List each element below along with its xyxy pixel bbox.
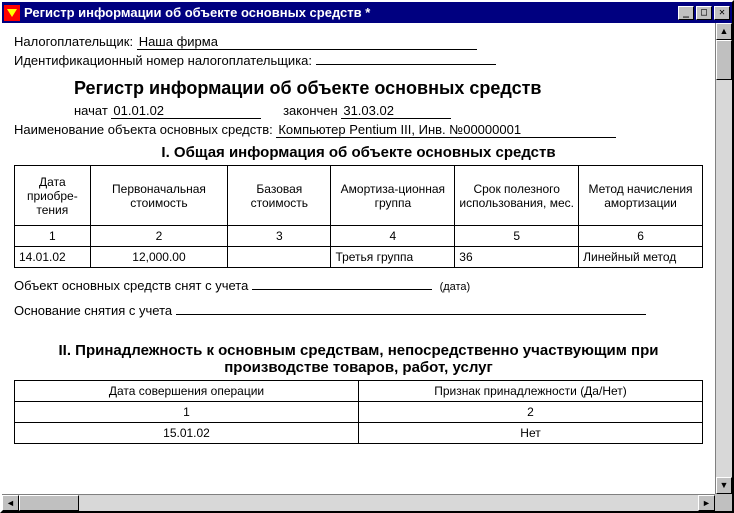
report-title: Регистр информации об объекте основных с… bbox=[74, 78, 703, 99]
scroll-up-button[interactable]: ▲ bbox=[716, 23, 732, 40]
cell: Третья группа bbox=[331, 247, 455, 268]
titlebar: Регистр информации об объекте основных с… bbox=[2, 2, 732, 23]
removal-label: Объект основных средств снят с учета bbox=[14, 278, 248, 293]
col-header: Амортиза-ционная группа bbox=[331, 166, 455, 226]
col-header: Базовая стоимость bbox=[228, 166, 331, 226]
table-row: 14.01.02 12,000.00 Третья группа 36 Лине… bbox=[15, 247, 703, 268]
col-num: 4 bbox=[331, 226, 455, 247]
document-content: Налогоплательщик: Наша фирма Идентификац… bbox=[2, 23, 715, 494]
bottom-scroll-row: ◄ ► bbox=[2, 494, 732, 511]
inn-line: Идентификационный номер налогоплательщик… bbox=[14, 53, 703, 68]
col-header: Метод начисления амортизации bbox=[579, 166, 703, 226]
cell: 14.01.02 bbox=[15, 247, 91, 268]
window-controls: _ □ ✕ bbox=[678, 6, 730, 20]
taxpayer-value[interactable]: Наша фирма bbox=[137, 34, 477, 50]
col-num: 6 bbox=[579, 226, 703, 247]
col-header: Дата совершения операции bbox=[15, 381, 359, 402]
scroll-corner bbox=[715, 494, 732, 511]
table-header-row: Дата совершения операции Признак принадл… bbox=[15, 381, 703, 402]
taxpayer-line: Налогоплательщик: Наша фирма bbox=[14, 34, 703, 50]
inn-value[interactable] bbox=[316, 64, 496, 65]
removal-date-note: (дата) bbox=[440, 281, 471, 293]
cell: 36 bbox=[455, 247, 579, 268]
inn-label: Идентификационный номер налогоплательщик… bbox=[14, 53, 312, 68]
scroll-thumb[interactable] bbox=[19, 495, 79, 511]
col-num: 2 bbox=[90, 226, 228, 247]
scroll-left-button[interactable]: ◄ bbox=[2, 495, 19, 511]
cell: 12,000.00 bbox=[90, 247, 228, 268]
section1-title: I. Общая информация об объекте основных … bbox=[14, 144, 703, 161]
removal-value[interactable] bbox=[252, 289, 432, 290]
section1-table: Дата приобре-тения Первоначальная стоимо… bbox=[14, 165, 703, 268]
table-header-row: Дата приобре-тения Первоначальная стоимо… bbox=[15, 166, 703, 226]
col-num: 1 bbox=[15, 402, 359, 423]
reason-label: Основание снятия с учета bbox=[14, 303, 172, 318]
period-line: начат 01.01.02 закончен 31.03.02 bbox=[74, 103, 703, 119]
cell: Линейный метод bbox=[579, 247, 703, 268]
horizontal-scrollbar[interactable]: ◄ ► bbox=[2, 494, 715, 511]
cell: 15.01.02 bbox=[15, 423, 359, 444]
col-num: 2 bbox=[359, 402, 703, 423]
taxpayer-label: Налогоплательщик: bbox=[14, 34, 133, 49]
body: Налогоплательщик: Наша фирма Идентификац… bbox=[2, 23, 732, 494]
reason-value[interactable] bbox=[176, 314, 646, 315]
col-header: Срок полезного использования, мес. bbox=[455, 166, 579, 226]
object-label: Наименование объекта основных средств: bbox=[14, 122, 273, 137]
window-title: Регистр информации об объекте основных с… bbox=[24, 5, 678, 20]
col-header: Первоначальная стоимость bbox=[90, 166, 228, 226]
table-row: 15.01.02 Нет bbox=[15, 423, 703, 444]
reason-line: Основание снятия с учета bbox=[14, 303, 703, 318]
col-num: 3 bbox=[228, 226, 331, 247]
period-start-value[interactable]: 01.01.02 bbox=[111, 103, 261, 119]
scroll-down-button[interactable]: ▼ bbox=[716, 477, 732, 494]
scroll-right-button[interactable]: ► bbox=[698, 495, 715, 511]
maximize-button[interactable]: □ bbox=[696, 6, 712, 20]
col-num: 1 bbox=[15, 226, 91, 247]
col-num: 5 bbox=[455, 226, 579, 247]
cell bbox=[228, 247, 331, 268]
app-window: Регистр информации об объекте основных с… bbox=[0, 0, 734, 513]
object-line: Наименование объекта основных средств: К… bbox=[14, 122, 703, 138]
removal-line: Объект основных средств снят с учета (да… bbox=[14, 278, 703, 293]
col-header: Признак принадлежности (Да/Нет) bbox=[359, 381, 703, 402]
scroll-track[interactable] bbox=[19, 495, 698, 511]
table-num-row: 1 2 bbox=[15, 402, 703, 423]
period-end-value[interactable]: 31.03.02 bbox=[341, 103, 451, 119]
table-num-row: 1 2 3 4 5 6 bbox=[15, 226, 703, 247]
object-value[interactable]: Компьютер Pentium III, Инв. №00000001 bbox=[276, 122, 616, 138]
period-start-label: начат bbox=[74, 103, 108, 118]
close-button[interactable]: ✕ bbox=[714, 6, 730, 20]
scroll-thumb[interactable] bbox=[716, 40, 732, 80]
section2-title: II. Принадлежность к основным средствам,… bbox=[14, 342, 703, 376]
vertical-scrollbar[interactable]: ▲ ▼ bbox=[715, 23, 732, 494]
cell: Нет bbox=[359, 423, 703, 444]
section2-table: Дата совершения операции Признак принадл… bbox=[14, 380, 703, 444]
col-header: Дата приобре-тения bbox=[15, 166, 91, 226]
minimize-button[interactable]: _ bbox=[678, 6, 694, 20]
period-end-label: закончен bbox=[283, 103, 338, 118]
app-icon bbox=[4, 5, 20, 21]
scroll-track[interactable] bbox=[716, 40, 732, 477]
